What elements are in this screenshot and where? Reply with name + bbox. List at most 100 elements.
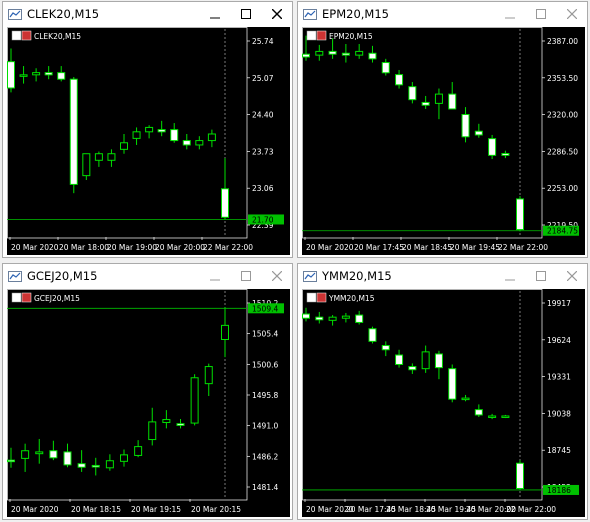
candlestick-chart[interactable]: 2387.002353.502320.002286.502253.002219.… <box>302 27 585 255</box>
chart-window-icon <box>303 9 317 20</box>
close-button[interactable] <box>556 264 587 288</box>
candle-body-down <box>7 61 15 89</box>
candle <box>221 158 229 220</box>
chart-window-clek[interactable]: CLEK20,M15 25.74 25.07 24.40 23.73 23.06 22.3… <box>2 1 293 258</box>
chart-area[interactable]: 25.74 25.07 24.40 23.73 23.06 22.39 20 Mar 202… <box>7 27 290 255</box>
candle <box>7 48 15 93</box>
candle-body-down <box>395 74 404 86</box>
maximize-button[interactable] <box>525 2 556 26</box>
candle <box>207 129 216 148</box>
maximize-icon <box>240 271 251 281</box>
price-label: 1481.4 <box>252 483 278 492</box>
price-label: 23.06 <box>252 184 274 193</box>
candle <box>516 460 524 490</box>
close-button[interactable] <box>556 2 587 26</box>
close-button[interactable] <box>261 2 292 26</box>
candle <box>328 315 337 326</box>
maximize-button[interactable] <box>525 264 556 288</box>
chart-window-gcej[interactable]: GCEJ20,M15 1510.21505.41500.61495.81491.… <box>2 263 293 520</box>
candle <box>488 134 497 160</box>
candle <box>434 350 443 380</box>
minimize-icon <box>504 279 515 281</box>
candle <box>35 438 44 464</box>
candle <box>355 43 364 59</box>
price-label: 1495.8 <box>252 391 278 400</box>
close-icon <box>271 271 282 281</box>
candlestick-chart[interactable]: 25.7425.0724.4023.7323.0622.3920 Mar 202… <box>7 27 290 255</box>
candle <box>421 345 430 373</box>
candle-body-down <box>341 52 350 56</box>
candle-body-down <box>395 354 404 365</box>
chart-area[interactable]: 19917196241933119038187451845220 Mar 202… <box>302 289 585 517</box>
minimize-button[interactable] <box>199 264 230 288</box>
candle-body-up <box>488 415 497 418</box>
time-label: 22 Mar 22:00 <box>203 243 253 252</box>
symbol-flag-icon <box>306 30 317 41</box>
minimize-icon <box>209 17 220 19</box>
minimize-button[interactable] <box>494 2 525 26</box>
time-label: 20 Mar 20:00 <box>155 243 205 252</box>
price-label: 18745 <box>547 446 571 455</box>
candle <box>381 341 390 357</box>
candle <box>148 407 157 446</box>
candle-body-up <box>105 460 114 469</box>
candle-body-down <box>368 52 377 60</box>
candle <box>302 307 310 322</box>
candle <box>408 82 417 104</box>
candlestick-chart[interactable]: 19917196241933119038187451845220 Mar 202… <box>302 289 585 517</box>
candle-body-down <box>408 366 417 371</box>
maximize-icon <box>535 271 546 281</box>
chart-window-ymm[interactable]: YMM20,M15 199171962419331190381874518452… <box>297 263 588 520</box>
window-title: EPM20,M15 <box>322 7 389 21</box>
candle-body-down <box>474 130 483 136</box>
candle-body-up <box>32 72 41 76</box>
chart-window-epm[interactable]: EPM20,M15 2387.00 2353.50 2320.00 2286.50 22… <box>297 1 588 258</box>
candle <box>105 454 114 471</box>
candle <box>44 66 53 80</box>
candle-body-up <box>434 93 443 104</box>
candle <box>176 418 185 429</box>
candle-body-up <box>21 450 30 459</box>
price-label: 2253.00 <box>547 184 578 193</box>
candle-body-up <box>341 315 350 319</box>
candle-body-down <box>381 62 390 74</box>
time-label: 20 Mar 18:15 <box>71 505 121 514</box>
candle-body-down <box>182 140 191 146</box>
price-label: 1505.4 <box>252 330 278 339</box>
time-label: 20 Mar 18:45 <box>402 243 452 252</box>
candle-body-down <box>302 53 310 58</box>
minimize-button[interactable] <box>199 2 230 26</box>
maximize-icon <box>535 9 546 19</box>
time-label: 20 Mar 17:45 <box>354 243 404 252</box>
candle <box>120 449 128 467</box>
candle <box>408 363 417 374</box>
chart-area[interactable]: 2387.00 2353.50 2320.00 2286.50 2253.00 2219.… <box>302 27 585 255</box>
close-button[interactable] <box>261 264 292 288</box>
candle-body-down <box>421 101 430 106</box>
price-label: 1500.6 <box>252 360 278 369</box>
candle <box>368 326 377 344</box>
candle-body-up <box>162 419 171 423</box>
current-price-label: 1509.4 <box>252 304 278 313</box>
candle <box>57 66 66 82</box>
candle-body-down <box>63 451 72 466</box>
candle-body-up <box>221 324 229 340</box>
candle-body-down <box>44 72 53 76</box>
candle <box>120 134 128 154</box>
minimize-button[interactable] <box>494 264 525 288</box>
maximize-button[interactable] <box>230 2 261 26</box>
candle <box>501 414 510 419</box>
candle <box>170 123 179 143</box>
symbol-flag-icon <box>306 292 317 303</box>
maximize-button[interactable] <box>230 264 261 288</box>
candle-body-up <box>190 377 199 424</box>
plot-frame <box>302 27 543 239</box>
candle-body-down <box>328 50 337 55</box>
candle-body-up <box>461 397 470 401</box>
price-label: 19624 <box>547 336 571 345</box>
chart-window-icon <box>8 9 22 20</box>
candle-body-up <box>120 142 128 150</box>
chart-area[interactable]: 1510.21505.41500.61495.81491.01486.21481… <box>7 289 290 517</box>
candlestick-chart[interactable]: 1510.21505.41500.61495.81491.01486.21481… <box>7 289 290 517</box>
symbol-flag-icon <box>11 292 22 303</box>
